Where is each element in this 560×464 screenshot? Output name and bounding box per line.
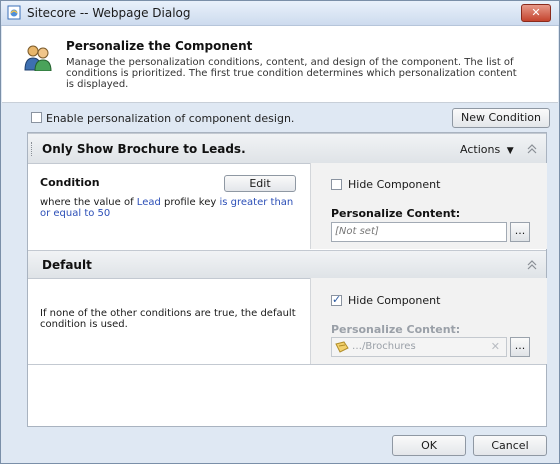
close-button[interactable]: ✕ bbox=[521, 4, 551, 22]
window-title: Sitecore -- Webpage Dialog bbox=[27, 6, 191, 20]
divider bbox=[28, 364, 546, 365]
default-personalize-content-label: Personalize Content: bbox=[331, 323, 461, 336]
actions-menu[interactable]: Actions ▼ bbox=[460, 143, 514, 156]
enable-design-checkbox[interactable] bbox=[31, 112, 42, 123]
dialog-description: Manage the personalization conditions, c… bbox=[66, 57, 517, 90]
default-hide-component-label: Hide Component bbox=[348, 294, 441, 307]
content-value: [Not set] bbox=[335, 226, 379, 237]
default-rule-title: Default bbox=[42, 258, 92, 272]
enable-design-label: Enable personalization of component desi… bbox=[46, 112, 295, 125]
rule-header[interactable]: Only Show Brochure to Leads. Actions ▼ bbox=[28, 133, 546, 164]
dialog-header: Personalize the Component Manage the per… bbox=[2, 26, 558, 103]
cancel-button[interactable]: Cancel bbox=[473, 435, 547, 456]
new-condition-button[interactable]: New Condition bbox=[452, 108, 550, 128]
default-description: If none of the other conditions are true… bbox=[40, 308, 296, 330]
default-hide-component-checkbox[interactable] bbox=[331, 293, 342, 306]
lead-link[interactable]: Lead bbox=[137, 197, 161, 208]
dropdown-arrow-icon: ▼ bbox=[506, 146, 514, 156]
content-field[interactable]: [Not set] bbox=[331, 222, 507, 242]
default-condition-area: If none of the other conditions are true… bbox=[28, 278, 310, 364]
dialog-window: Sitecore -- Webpage Dialog ✕ Personalize… bbox=[0, 0, 560, 464]
browse-content-button[interactable]: ... bbox=[510, 222, 530, 242]
dialog-heading: Personalize the Component bbox=[66, 39, 253, 53]
drag-handle-icon[interactable] bbox=[31, 142, 34, 156]
actions-label: Actions bbox=[460, 143, 501, 156]
clear-icon[interactable]: ✕ bbox=[491, 340, 500, 353]
hide-component-label: Hide Component bbox=[348, 178, 441, 191]
close-icon: ✕ bbox=[531, 6, 541, 19]
default-content-field[interactable]: …/Brochures ✕ bbox=[331, 337, 507, 357]
condition-label: Condition bbox=[40, 176, 100, 189]
edit-condition-button[interactable]: Edit bbox=[224, 175, 296, 192]
personalize-content-label: Personalize Content: bbox=[331, 207, 461, 220]
ok-button[interactable]: OK bbox=[392, 435, 466, 456]
condition-text: where the value of Lead profile key is g… bbox=[40, 197, 295, 219]
conditions-panel: Only Show Brochure to Leads. Actions ▼ C… bbox=[27, 132, 547, 427]
title-bar[interactable]: Sitecore -- Webpage Dialog ✕ bbox=[1, 1, 559, 26]
hide-component-checkbox[interactable] bbox=[331, 179, 342, 190]
webpage-icon bbox=[7, 5, 21, 20]
collapse-icon[interactable] bbox=[526, 260, 538, 270]
rule-title: Only Show Brochure to Leads. bbox=[42, 142, 246, 156]
rule-condition-area: Condition Edit where the value of Lead p… bbox=[28, 163, 310, 249]
default-rule-header[interactable]: Default bbox=[28, 250, 546, 279]
condition-text-prefix: where the value of bbox=[40, 197, 137, 208]
condition-text-middle: profile key bbox=[160, 197, 220, 208]
collapse-icon[interactable] bbox=[526, 144, 538, 154]
item-icon bbox=[335, 341, 349, 353]
default-content-value: …/Brochures bbox=[352, 341, 416, 352]
users-icon bbox=[24, 45, 52, 71]
default-content-area: Hide Component Personalize Content: …/Br… bbox=[310, 278, 547, 364]
default-browse-content-button[interactable]: ... bbox=[510, 337, 530, 357]
rule-content-area: Hide Component Personalize Content: [Not… bbox=[310, 163, 547, 249]
